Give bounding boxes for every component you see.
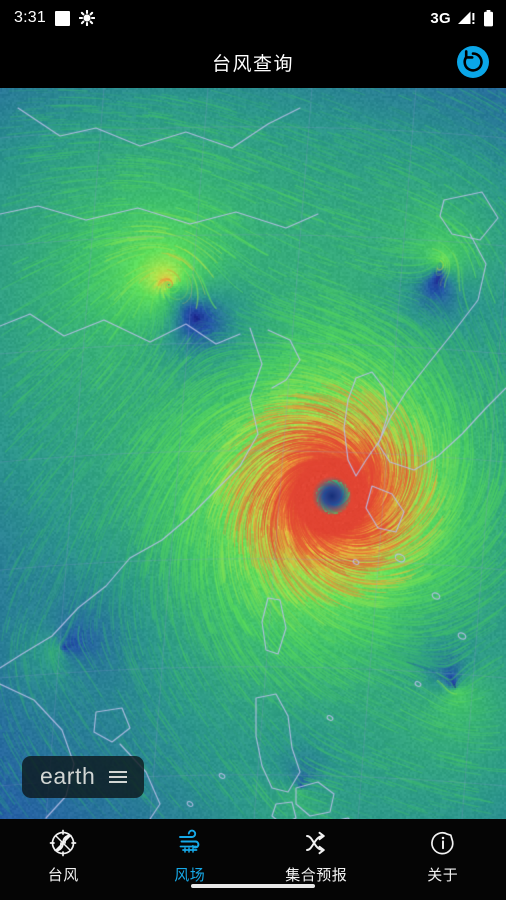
square-icon — [54, 10, 70, 26]
brightness-sun-icon — [78, 10, 95, 26]
status-bar: 3:31 3G — [0, 0, 506, 36]
status-bar-left: 3:31 — [14, 9, 95, 27]
status-bar-right: 3G — [430, 9, 494, 27]
nav-item-about[interactable]: 关于 — [380, 819, 506, 885]
info-icon — [428, 828, 458, 858]
earth-overlay-widget[interactable]: earth — [22, 756, 145, 798]
nav-item-wind-field[interactable]: 风场 — [127, 819, 254, 885]
hamburger-menu-icon[interactable] — [109, 770, 128, 783]
nav-label-wind-field: 风场 — [174, 867, 206, 884]
page-title: 台风查询 — [211, 53, 294, 75]
nav-item-typhoon[interactable]: 台风 — [0, 819, 127, 885]
status-clock: 3:31 — [14, 9, 46, 26]
nav-label-about: 关于 — [427, 867, 459, 884]
app-bar: 台风查询 — [0, 36, 506, 88]
earth-label: earth — [40, 763, 96, 789]
bottom-navigation-bar: 台风 风场 集合预报 关于 — [0, 819, 506, 900]
nav-item-ensemble-forecast[interactable]: 集合预报 — [253, 819, 380, 885]
shuffle-icon — [301, 828, 331, 858]
wind-field-canvas[interactable] — [0, 88, 506, 819]
network-type-label: 3G — [430, 9, 451, 27]
refresh-button[interactable] — [454, 43, 492, 81]
nav-label-typhoon: 台风 — [47, 867, 79, 884]
wind-map[interactable]: earth — [0, 88, 506, 819]
refresh-circle-icon — [457, 46, 489, 78]
wind-icon — [175, 828, 205, 858]
nav-label-ensemble-forecast: 集合预报 — [285, 867, 348, 884]
signal-warning-icon — [457, 10, 477, 26]
cyclone-icon — [48, 828, 78, 858]
home-indicator — [191, 884, 315, 888]
battery-icon — [483, 9, 494, 27]
